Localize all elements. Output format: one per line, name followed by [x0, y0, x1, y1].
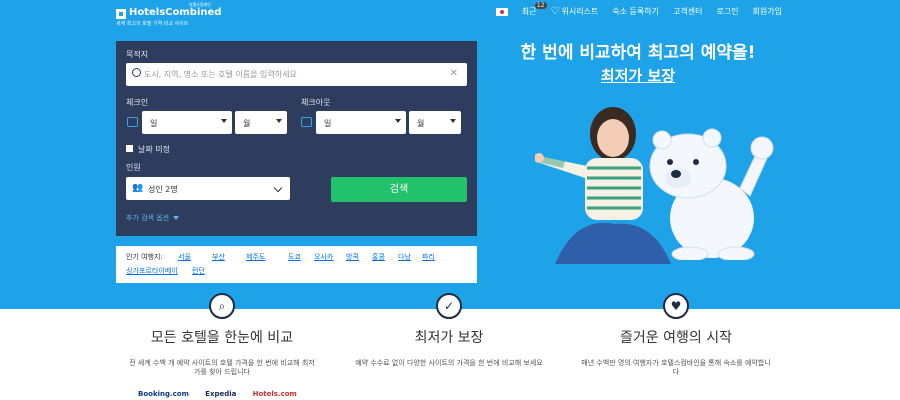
logo-name: HotelsCombined	[129, 7, 222, 18]
bear-mascot-illustration	[649, 128, 774, 260]
caret-down-icon	[173, 216, 180, 220]
partner-logos: Booking.com Expedia Hotels.com	[138, 390, 311, 398]
feature-title: 모든 호텔을 한눈에 비교	[150, 330, 294, 346]
feature-desc: 매년 수백만 명의 여행자가 호텔스컴바인을 통해 숙소를 예약합니다	[581, 359, 771, 376]
feature-desc: 예약 수수료 없이 다양한 사이트의 가격을 한 번에 비교해 보세요	[355, 359, 543, 367]
destination-placeholder: 도시, 지역, 명소 또는 호텔 이름을 입력하세요	[144, 70, 297, 79]
checkout-month-value: 월	[417, 119, 425, 128]
heart-icon: ♥	[663, 293, 689, 319]
popular-link[interactable]: 런던	[192, 266, 205, 276]
checkin-day-select[interactable]: 일	[142, 111, 232, 134]
destination-label: 목적지	[126, 50, 149, 59]
checkin-month-select[interactable]: 월	[235, 111, 287, 134]
logo-sub: 호텔스컴바인	[189, 2, 212, 7]
hero-headline: 한 번에 비교하여 최고의 예약을! 최저가 보장	[488, 38, 788, 86]
nav-help[interactable]: 고객센터	[673, 6, 702, 17]
hero-section: HotelsCombined 호텔스컴바인 세계 최고의 호텔 가격 비교 사이…	[0, 0, 900, 309]
popular-link[interactable]: 파리	[422, 252, 435, 262]
chevron-down-icon	[276, 119, 282, 123]
logo-tagline: 세계 최고의 호텔 가격 비교 사이트	[116, 21, 189, 27]
nav-links: 최근 12 ♡ 위시리스트 숙소 등록하기 고객센터 로그인 회원가입	[495, 2, 782, 17]
nav-wishlist[interactable]: ♡ 위시리스트	[551, 6, 599, 17]
checkout-month-select[interactable]: 월	[409, 111, 461, 134]
heart-icon: ♡	[550, 6, 560, 17]
clear-icon[interactable]: ✕	[450, 68, 458, 79]
nav-wishlist-label: 위시리스트	[561, 7, 599, 16]
more-options-label: 추가 검색 옵션	[126, 214, 170, 222]
checkout-label: 체크아웃	[301, 98, 331, 107]
popular-link[interactable]: 방콕	[346, 252, 359, 262]
headline-main: 한 번에 비교하여 최고의 예약을!	[520, 43, 756, 63]
flexible-dates-checkbox[interactable]	[126, 145, 133, 152]
top-nav: HotelsCombined 호텔스컴바인 세계 최고의 호텔 가격 비교 사이…	[0, 0, 900, 28]
nav-recent-label: 최근	[521, 7, 537, 16]
expedia-logo: Expedia	[205, 390, 237, 398]
people-icon: 👥	[132, 183, 144, 193]
popular-link[interactable]: 오사카	[314, 252, 333, 262]
search-panel: 목적지 도시, 지역, 명소 또는 호텔 이름을 입력하세요 ✕ 체크인 일 월…	[116, 41, 477, 236]
popular-link[interactable]: 타이베이	[152, 266, 178, 276]
popular-link[interactable]: 홍콩	[372, 252, 385, 262]
popular-link[interactable]: 제주도	[246, 252, 265, 262]
nav-login[interactable]: 로그인	[716, 6, 738, 17]
more-options-link[interactable]: 추가 검색 옵션	[126, 213, 180, 223]
popular-link[interactable]: 부산	[212, 252, 225, 262]
calendar-icon[interactable]	[127, 117, 138, 127]
booking-logo: Booking.com	[138, 390, 189, 398]
checkin-month-value: 월	[243, 119, 251, 128]
guests-select[interactable]: 👥 성인 2명	[126, 177, 290, 200]
hotels-logo: Hotels.com	[252, 390, 297, 398]
feature-title: 최저가 보장	[414, 330, 484, 346]
checkout-day-select[interactable]: 일	[316, 111, 406, 134]
nav-signup[interactable]: 회원가입	[753, 6, 782, 17]
search-icon	[132, 68, 141, 77]
search-icon: ⌕	[209, 293, 235, 319]
korea-flag-icon[interactable]	[495, 7, 508, 16]
feature-desc: 전 세계 수백 개 예약 사이트의 호텔 가격을 한 번에 비교해 최저가를 찾…	[129, 359, 315, 376]
nav-recent[interactable]: 최근 12	[521, 2, 547, 17]
search-button[interactable]: 검색	[331, 177, 467, 202]
popular-link[interactable]: 다낭	[398, 252, 411, 262]
guests-value: 성인 2명	[148, 185, 178, 194]
chevron-down-icon	[395, 119, 401, 123]
logo-mark-icon	[116, 9, 126, 19]
checkin-label: 체크인	[126, 98, 149, 107]
headline-sub: 최저가 보장	[600, 67, 676, 85]
flexible-dates-label: 날짜 미정	[138, 145, 170, 154]
destination-input[interactable]: 도시, 지역, 명소 또는 호텔 이름을 입력하세요 ✕	[126, 63, 467, 86]
nav-list-property[interactable]: 숙소 등록하기	[612, 6, 659, 17]
feature-enjoy-trip: ♥ 즐거운 여행의 시작 매년 수백만 명의 여행자가 호텔스컴바인을 통해 숙…	[566, 293, 786, 377]
feature-title: 즐거운 여행의 시작	[620, 330, 732, 346]
chevron-down-icon	[450, 119, 456, 123]
recent-badge: 12	[534, 2, 547, 9]
chevron-down-icon	[273, 183, 283, 193]
feature-lowest-price: ✓ 최저가 보장 예약 수수료 없이 다양한 사이트의 가격을 한 번에 비교해…	[339, 293, 559, 368]
feature-compare: ⌕ 모든 호텔을 한눈에 비교 전 세계 수백 개 예약 사이트의 호텔 가격을…	[112, 293, 332, 377]
popular-link[interactable]: 싱가포르	[126, 266, 152, 276]
popular-link[interactable]: 서울	[178, 252, 191, 262]
popular-destinations: 인기 여행지: 서울 부산 제주도 도쿄 오사카 방콕 홍콩 다낭 파리 싱가포…	[116, 246, 477, 283]
popular-link[interactable]: 도쿄	[288, 252, 301, 262]
check-icon: ✓	[436, 293, 462, 319]
chevron-down-icon	[221, 119, 227, 123]
checkout-day-value: 일	[324, 119, 332, 128]
guests-label: 인원	[126, 163, 141, 172]
checkin-day-value: 일	[150, 119, 158, 128]
calendar-icon[interactable]	[301, 117, 312, 127]
popular-title: 인기 여행지:	[126, 253, 163, 261]
